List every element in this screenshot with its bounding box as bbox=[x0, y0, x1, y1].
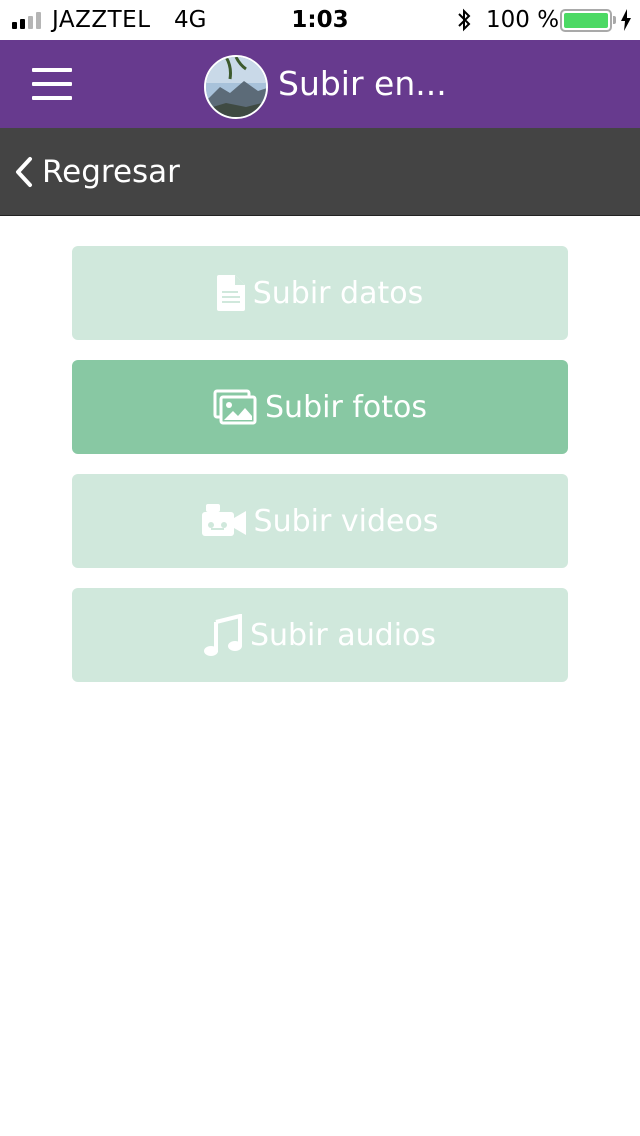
app-header: Subir en... bbox=[0, 40, 640, 128]
status-bar: JAZZTEL 4G 1:03 100 % bbox=[0, 0, 640, 40]
upload-audios-button[interactable]: Subir audios bbox=[72, 588, 568, 682]
avatar[interactable] bbox=[204, 55, 268, 119]
back-button[interactable]: Regresar bbox=[14, 150, 180, 194]
upload-options-list: Subir datos Subir fotos Subir videos Sub… bbox=[72, 246, 568, 702]
battery-icon bbox=[560, 9, 612, 32]
page-title: Subir en... bbox=[278, 64, 447, 103]
charging-bolt-icon bbox=[621, 9, 631, 31]
chevron-left-icon bbox=[16, 157, 32, 187]
back-bar: Regresar bbox=[0, 128, 640, 216]
upload-data-label: Subir datos bbox=[252, 275, 424, 311]
upload-photos-button[interactable]: Subir fotos bbox=[72, 360, 568, 454]
upload-photos-label: Subir fotos bbox=[265, 389, 427, 425]
images-icon bbox=[213, 389, 257, 425]
battery-percent: 100 % bbox=[486, 7, 560, 33]
upload-videos-button[interactable]: Subir videos bbox=[72, 474, 568, 568]
video-camera-icon bbox=[201, 504, 246, 536]
music-note-icon bbox=[203, 614, 242, 656]
battery-level bbox=[564, 13, 608, 28]
back-label: Regresar bbox=[42, 154, 180, 190]
bluetooth-icon bbox=[458, 8, 471, 32]
upload-videos-label: Subir videos bbox=[253, 503, 439, 539]
upload-audios-label: Subir audios bbox=[249, 617, 437, 653]
battery-tip bbox=[613, 16, 616, 24]
document-icon bbox=[216, 275, 245, 311]
hamburger-icon[interactable] bbox=[22, 62, 82, 106]
upload-data-button[interactable]: Subir datos bbox=[72, 246, 568, 340]
landscape-photo-icon bbox=[206, 57, 266, 117]
